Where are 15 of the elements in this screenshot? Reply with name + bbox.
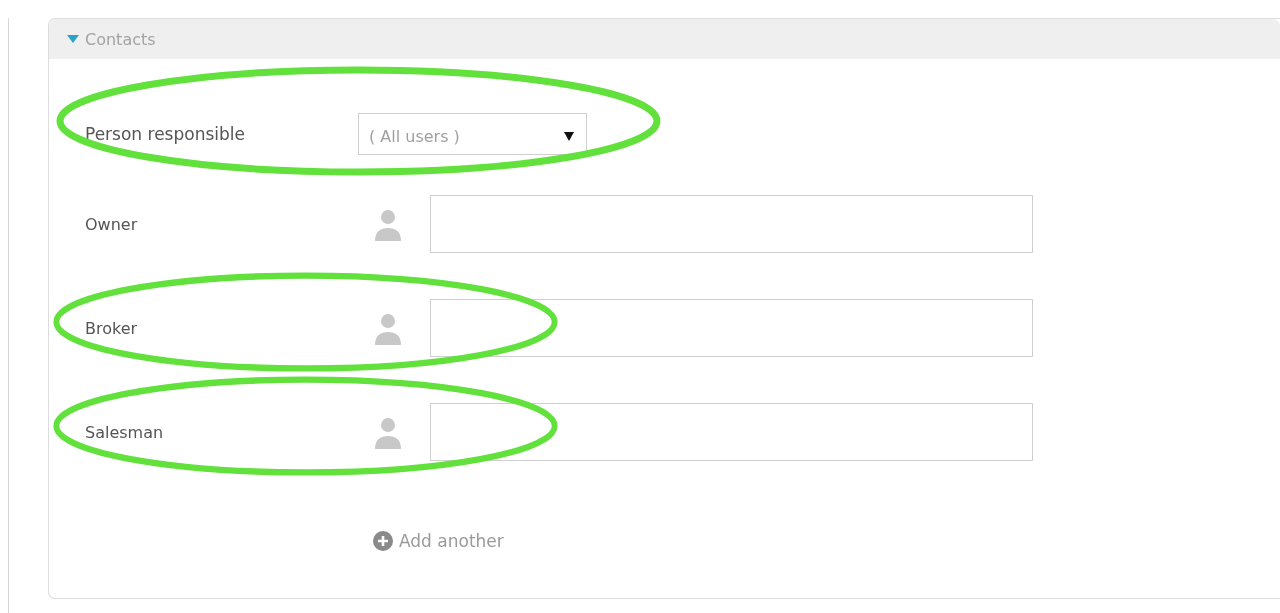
plus-circle-icon <box>373 531 393 551</box>
add-another-link[interactable]: Add another <box>373 531 504 551</box>
contact-input[interactable] <box>430 299 1033 357</box>
user-dropdown[interactable]: ( All users ) <box>358 113 587 155</box>
field-label: Owner <box>85 214 139 234</box>
section-header[interactable]: Contacts <box>49 19 1280 59</box>
caret-icon <box>564 131 574 141</box>
field-label: Person responsible <box>85 124 246 144</box>
field-label: Salesman <box>85 422 165 442</box>
person-icon <box>373 207 403 241</box>
person-icon <box>373 415 403 449</box>
contact-input[interactable] <box>430 403 1033 461</box>
contact-input[interactable] <box>430 195 1033 253</box>
field-label: Broker <box>85 318 139 338</box>
person-icon <box>373 311 403 345</box>
